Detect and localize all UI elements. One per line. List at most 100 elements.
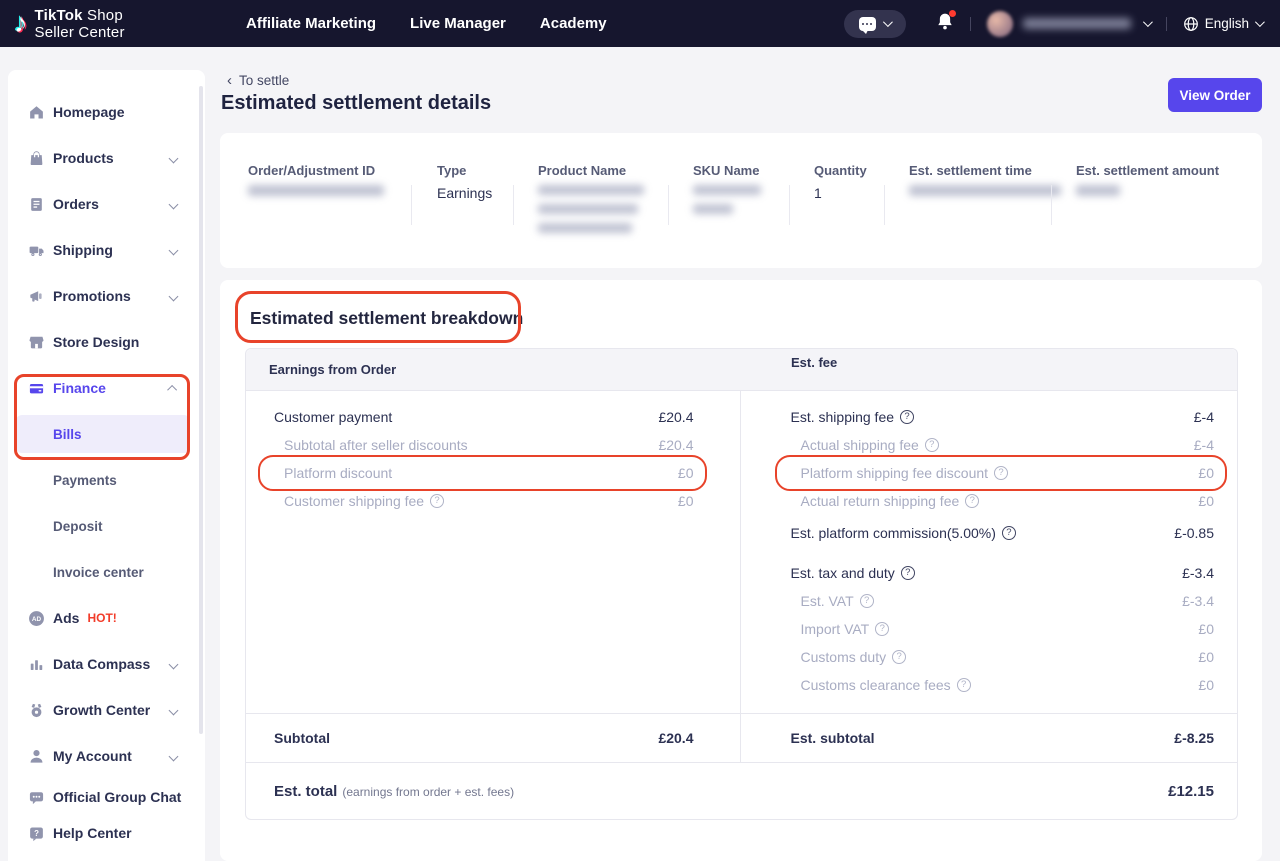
- order-document-icon: [28, 196, 45, 213]
- table-row: Est. tax and duty £-3.4: [791, 559, 1215, 587]
- subtotal-value: £20.4: [658, 730, 693, 746]
- breakdown-table: Earnings from Order Est. fee Customer pa…: [245, 348, 1238, 820]
- est-total-row: Est. total(earnings from order + est. fe…: [246, 762, 1237, 819]
- divider: [789, 185, 790, 225]
- table-row: Customs duty £0: [791, 643, 1215, 671]
- settlement-breakdown-card: Estimated settlement breakdown Earnings …: [220, 280, 1262, 861]
- chevron-down-icon: [1255, 17, 1265, 27]
- chevron-down-icon: [169, 245, 179, 255]
- chevron-down-icon: [169, 153, 179, 163]
- chevron-down-icon: [169, 705, 179, 715]
- divider: [411, 185, 412, 225]
- col-quantity: Quantity 1: [814, 163, 867, 201]
- messages-dropdown[interactable]: [844, 10, 906, 38]
- sidebar-item-shipping[interactable]: Shipping: [8, 227, 205, 273]
- table-row: Customs clearance fees £0: [791, 671, 1215, 699]
- chevron-down-icon: [169, 659, 179, 669]
- sidebar-item-ads[interactable]: AD Ads HOT!: [8, 595, 205, 641]
- table-row-platform-discount-annotated: Platform discount £0: [274, 459, 694, 487]
- globe-icon: [1183, 16, 1199, 32]
- table-row: Subtotal after seller discounts £20.4: [274, 431, 694, 459]
- sidebar-item-official-group-chat[interactable]: Official Group Chat: [8, 779, 205, 815]
- table-row: Actual shipping fee £-4: [791, 431, 1215, 459]
- col-sku-name: SKU Name: [693, 163, 761, 214]
- sidebar-item-payments[interactable]: Payments: [8, 457, 205, 503]
- nav-live-manager[interactable]: Live Manager: [410, 15, 506, 32]
- finance-card-icon: [28, 380, 45, 397]
- header-earnings-from-order: Earnings from Order: [246, 349, 741, 390]
- notifications-button[interactable]: [936, 12, 954, 36]
- shopping-bag-icon: [28, 150, 45, 167]
- sidebar-item-deposit[interactable]: Deposit: [8, 503, 205, 549]
- sidebar-item-invoice-center[interactable]: Invoice center: [8, 549, 205, 595]
- est-subtotal-value: £-8.25: [1174, 730, 1214, 746]
- type-value: Earnings: [437, 185, 492, 201]
- tiktok-note-icon: [14, 10, 28, 37]
- sidebar-item-finance[interactable]: Finance: [8, 365, 205, 411]
- help-icon[interactable]: [430, 494, 444, 508]
- sidebar-item-growth-center[interactable]: Growth Center: [8, 687, 205, 733]
- quantity-value: 1: [814, 185, 867, 201]
- sidebar-scrollbar[interactable]: [199, 86, 203, 734]
- divider: [884, 185, 885, 225]
- product-name-redacted: [538, 223, 632, 233]
- table-row: Import VAT £0: [791, 615, 1215, 643]
- account-menu[interactable]: [987, 11, 1150, 37]
- help-icon[interactable]: [875, 622, 889, 636]
- fees-column: Est. shipping fee £-4 Actual shipping fe…: [741, 391, 1238, 713]
- home-icon: [28, 104, 45, 121]
- table-row: Est. platform commission(5.00%) £-0.85: [791, 519, 1215, 547]
- brand-light: Shop: [83, 7, 123, 24]
- help-icon[interactable]: [925, 438, 939, 452]
- est-total-label: Est. total: [274, 783, 337, 800]
- help-icon[interactable]: [957, 678, 971, 692]
- view-order-button[interactable]: View Order: [1168, 78, 1262, 112]
- sidebar-item-homepage[interactable]: Homepage: [8, 89, 205, 135]
- help-icon[interactable]: [900, 410, 914, 424]
- settlement-amount-redacted: [1076, 185, 1120, 196]
- col-type: Type Earnings: [437, 163, 492, 201]
- brand-text: TikTok Shop Seller Center: [35, 7, 125, 41]
- help-icon[interactable]: [860, 594, 874, 608]
- help-icon[interactable]: [892, 650, 906, 664]
- product-name-redacted: [538, 185, 644, 195]
- help-icon[interactable]: [994, 466, 1008, 480]
- breadcrumb-back-to-settle[interactable]: To settle: [227, 72, 289, 89]
- nav-affiliate-marketing[interactable]: Affiliate Marketing: [246, 15, 376, 32]
- table-row: Est. VAT £-3.4: [791, 587, 1215, 615]
- group-chat-icon: [28, 789, 45, 806]
- help-icon[interactable]: [901, 566, 915, 580]
- sidebar-item-help-center[interactable]: ? Help Center: [8, 815, 205, 851]
- language-selector[interactable]: English: [1183, 16, 1262, 32]
- header-est-fee: Est. fee: [741, 349, 837, 377]
- help-icon[interactable]: [1002, 526, 1016, 540]
- sidebar-item-bills[interactable]: Bills: [8, 411, 205, 457]
- chevron-down-icon: [169, 199, 179, 209]
- chevron-down-icon: [169, 751, 179, 761]
- product-name-redacted: [538, 204, 638, 214]
- sidebar-item-products[interactable]: Products: [8, 135, 205, 181]
- help-icon[interactable]: [965, 494, 979, 508]
- tiktok-shop-logo[interactable]: TikTok Shop Seller Center: [14, 7, 125, 41]
- svg-text:AD: AD: [32, 616, 42, 623]
- topbar: TikTok Shop Seller Center Affiliate Mark…: [0, 0, 1280, 47]
- nav-academy[interactable]: Academy: [540, 15, 607, 32]
- sidebar-item-my-account[interactable]: My Account: [8, 733, 205, 779]
- table-row: Customer payment £20.4: [274, 403, 694, 431]
- earnings-column: Customer payment £20.4 Subtotal after se…: [246, 391, 741, 713]
- sidebar-item-store-design[interactable]: Store Design: [8, 319, 205, 365]
- help-icon: ?: [28, 825, 45, 842]
- col-order-adjustment-id: Order/Adjustment ID: [248, 163, 384, 196]
- brand-bold: TikTok: [35, 7, 83, 24]
- col-est-settlement-time: Est. settlement time: [909, 163, 1061, 196]
- sidebar-item-promotions[interactable]: Promotions: [8, 273, 205, 319]
- svg-text:?: ?: [34, 828, 39, 837]
- chat-bubble-icon: [859, 17, 876, 31]
- ads-icon: AD: [28, 610, 45, 627]
- brand-line2: Seller Center: [35, 24, 125, 41]
- table-row-platform-shipping-fee-discount-annotated: Platform shipping fee discount £0: [791, 459, 1215, 487]
- chevron-down-icon: [1143, 17, 1153, 27]
- sidebar-item-data-compass[interactable]: Data Compass: [8, 641, 205, 687]
- page-title: Estimated settlement details: [221, 92, 491, 115]
- sidebar-item-orders[interactable]: Orders: [8, 181, 205, 227]
